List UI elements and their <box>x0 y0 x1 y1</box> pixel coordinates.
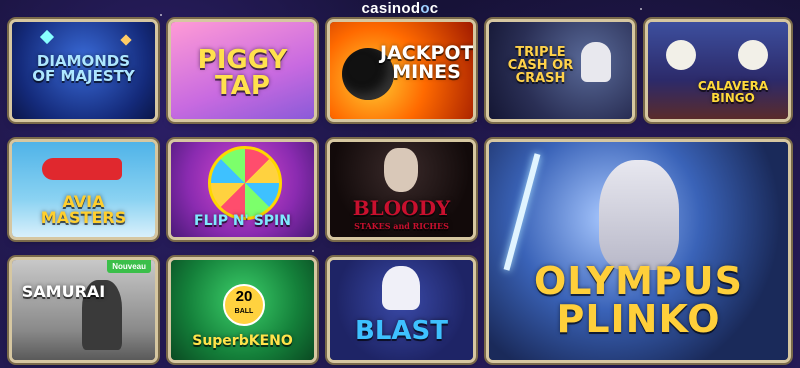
game-title: PIGGY TAP <box>197 45 288 101</box>
game-tile-flip-n-spin[interactable]: FLIP N' SPIN <box>171 142 314 237</box>
game-tile-triple-cash-or-crash[interactable]: TRIPLE CASH OR CRASH <box>489 22 632 119</box>
casinodoc-logo[interactable]: casinodoc <box>0 0 800 18</box>
logo-o: o <box>420 0 430 17</box>
new-badge: Nouveau <box>107 260 151 273</box>
game-title: DIAMONDS OF MAJESTY <box>32 52 135 85</box>
game-title: BLAST <box>355 316 448 346</box>
game-title: SAMURAI <box>21 282 106 301</box>
game-title: CALAVERA BINGO <box>697 79 769 105</box>
game-tile-blast[interactable]: BLAST <box>330 260 473 360</box>
airplane-icon <box>42 158 122 180</box>
game-tile-avia-masters[interactable]: AVIA MASTERS <box>12 142 155 237</box>
game-title: OLYMPUS PLINKO <box>533 259 743 341</box>
ball-label: BALL <box>234 308 254 315</box>
game-title: BLOODY <box>352 196 451 220</box>
game-title: JACKPOT MINES <box>380 42 473 83</box>
game-title: FLIP N' SPIN <box>194 213 291 229</box>
game-subtitle: STAKES and RICHES <box>354 221 449 231</box>
zeus-figure-icon <box>599 160 679 270</box>
game-tile-diamonds-of-majesty[interactable]: DIAMONDS OF MAJESTY <box>12 22 155 119</box>
game-tile-superb-keno[interactable]: 20 BALL SuperbKENO <box>171 260 314 360</box>
game-tile-bloody-stakes[interactable]: BLOODY STAKES and RICHES <box>330 142 473 237</box>
star-decoration <box>475 120 477 122</box>
star-decoration <box>312 250 314 252</box>
game-title: AVIA MASTERS <box>40 192 127 227</box>
vampire-icon <box>384 148 418 192</box>
wheel-icon <box>208 146 282 220</box>
game-tile-jackpot-mines[interactable]: JACKPOT MINES <box>330 22 473 119</box>
ball-icon: 20 BALL <box>223 284 265 326</box>
game-tile-calavera-bingo[interactable]: CALAVERA BINGO <box>648 22 788 119</box>
skull-icon <box>738 40 768 70</box>
astronaut-icon <box>382 266 420 310</box>
game-tile-piggy-tap[interactable]: PIGGY TAP <box>171 22 314 119</box>
logo-text-end: c <box>429 0 439 17</box>
game-title: SuperbKENO <box>192 333 293 349</box>
logo-text: casinod <box>361 0 421 17</box>
game-tile-olympus-plinko[interactable]: OLYMPUS PLINKO <box>489 142 788 360</box>
game-title: TRIPLE CASH OR CRASH <box>507 45 574 86</box>
skull-icon <box>666 40 696 70</box>
ball-number: 20 <box>235 288 253 305</box>
game-tile-samurai[interactable]: SAMURAI Nouveau <box>12 260 155 360</box>
